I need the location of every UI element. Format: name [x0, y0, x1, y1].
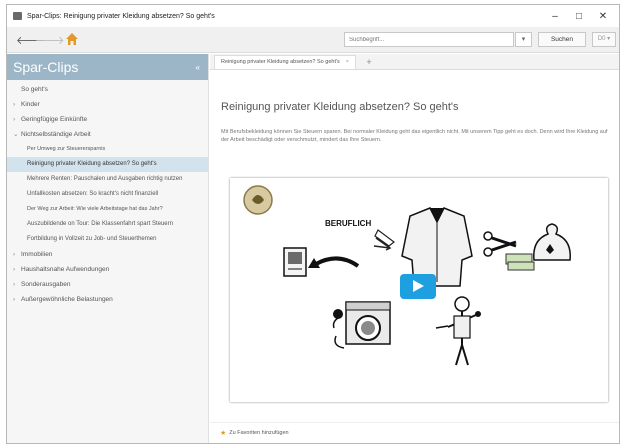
sidebar-nav: So geht's › Kinder › Geringfügige Einkünfte ⌄…: [7, 80, 208, 307]
tab-bar: Reinigung privater Kleidung absetzen? So…: [210, 54, 619, 70]
sidebar-item-label: Geringfügige Einkünfte: [21, 116, 88, 123]
video-player[interactable]: BERUFLICH: [230, 178, 608, 402]
search-dropdown[interactable]: ▾: [515, 32, 532, 47]
star-icon[interactable]: ★: [220, 429, 226, 437]
sidebar-item-label: Nichtselbständige Arbeit: [21, 131, 91, 138]
sidebar-item[interactable]: › Kinder: [7, 97, 208, 112]
sidebar-item-label: Reinigung privater Kleidung absetzen? So…: [27, 161, 157, 167]
search-input[interactable]: [344, 32, 514, 47]
video-caption: BERUFLICH: [325, 219, 372, 228]
maximize-button[interactable]: □: [567, 11, 591, 22]
close-button[interactable]: ✕: [591, 11, 615, 22]
add-to-favorites-link[interactable]: Zu Favoriten hinzufügen: [229, 430, 288, 436]
chevron-icon: ›: [13, 101, 16, 108]
sidebar-item[interactable]: › Außergewöhnliche Belastungen: [7, 292, 208, 307]
sidebar-item[interactable]: ⌄ Nichtselbständige Arbeit: [7, 127, 208, 142]
sidebar-item-label: Außergewöhnliche Belastungen: [21, 296, 113, 303]
app-window: Spar-Clips: Reinigung privater Kleidung …: [6, 4, 620, 444]
sidebar-item[interactable]: Reinigung privater Kleidung absetzen? So…: [7, 157, 208, 172]
sidebar-item[interactable]: So geht's: [7, 82, 208, 97]
sidebar-item-label: Per Umweg zur Steuerersparnis: [27, 146, 106, 152]
sidebar-item[interactable]: › Immobilien: [7, 247, 208, 262]
play-icon[interactable]: [400, 274, 436, 299]
footer-bar: ★ Zu Favoriten hinzufügen: [210, 422, 619, 442]
chevron-icon: ›: [13, 116, 16, 123]
sidebar-item[interactable]: Fortbildung in Vollzeit zu Job- und Steu…: [7, 232, 208, 247]
sidebar-item-label: Kinder: [21, 101, 40, 108]
sidebar-item[interactable]: › Geringfügige Einkünfte: [7, 112, 208, 127]
sidebar-item-label: Fortbildung in Vollzeit zu Job- und Steu…: [27, 236, 157, 242]
title-bar: Spar-Clips: Reinigung privater Kleidung …: [7, 5, 619, 27]
sidebar-item[interactable]: Per Umweg zur Steuerersparnis: [7, 142, 208, 157]
chevron-icon: ›: [13, 266, 16, 273]
sidebar-item-label: Auszubildende on Tour: Die Klassenfahrt …: [27, 221, 173, 227]
view-options-button[interactable]: D0 ▾: [592, 32, 616, 47]
tab-current[interactable]: Reinigung privater Kleidung absetzen? So…: [214, 55, 356, 69]
sidebar-item[interactable]: Mehrere Renten: Pauschalen und Ausgaben …: [7, 172, 208, 187]
chevron-icon: ›: [13, 281, 16, 288]
sidebar-item[interactable]: Der Weg zur Arbeit: Wie viele Arbeitstag…: [7, 202, 208, 217]
sidebar-item-label: Sonderausgaben: [21, 281, 71, 288]
chevron-icon: [13, 85, 21, 94]
window-title: Spar-Clips: Reinigung privater Kleidung …: [27, 12, 215, 20]
chevron-icon: ›: [13, 296, 16, 303]
sidebar-item-label: Der Weg zur Arbeit: Wie viele Arbeitstag…: [27, 206, 163, 212]
sidebar-item-label: Mehrere Renten: Pauschalen und Ausgaben …: [27, 176, 183, 182]
sidebar-item-label: Unfallkosten absetzen: So kracht's nicht…: [27, 191, 159, 197]
minimize-button[interactable]: –: [543, 11, 567, 22]
sidebar-header: Spar-Clips «: [7, 54, 208, 80]
search-button[interactable]: Suchen: [538, 32, 586, 47]
sidebar-item[interactable]: Auszubildende on Tour: Die Klassenfahrt …: [7, 217, 208, 232]
home-icon[interactable]: [65, 32, 79, 46]
new-tab-button[interactable]: +: [360, 56, 378, 68]
sidebar-item-label: Immobilien: [21, 251, 53, 258]
tab-label: Reinigung privater Kleidung absetzen? So…: [221, 59, 340, 65]
sidebar: Spar-Clips « So geht's › Kinder › Geringfügi…: [7, 54, 209, 443]
toolbar: 🡐 🡒 ▾ Suchen D0 ▾: [7, 27, 619, 53]
chevron-icon: ⌄: [13, 131, 19, 138]
page-title: Reinigung privater Kleidung absetzen? So…: [221, 101, 459, 113]
sidebar-item-label: So geht's: [21, 86, 48, 93]
sidebar-title: Spar-Clips: [13, 59, 79, 75]
chevron-icon: ›: [13, 251, 16, 258]
app-icon: [13, 12, 22, 20]
tab-close-icon[interactable]: ×: [346, 59, 349, 65]
sidebar-item[interactable]: Unfallkosten absetzen: So kracht's nicht…: [7, 187, 208, 202]
main-content: Reinigung privater Kleidung absetzen? So…: [210, 54, 619, 443]
collapse-icon[interactable]: «: [196, 63, 200, 72]
intro-text: Mit Berufsbekleidung können Sie Steuern …: [221, 129, 608, 143]
sidebar-item[interactable]: › Sonderausgaben: [7, 277, 208, 292]
sidebar-item-label: Haushaltsnahe Aufwendungen: [21, 266, 110, 273]
sidebar-item[interactable]: › Haushaltsnahe Aufwendungen: [7, 262, 208, 277]
forward-arrow-icon[interactable]: 🡒: [35, 33, 65, 47]
